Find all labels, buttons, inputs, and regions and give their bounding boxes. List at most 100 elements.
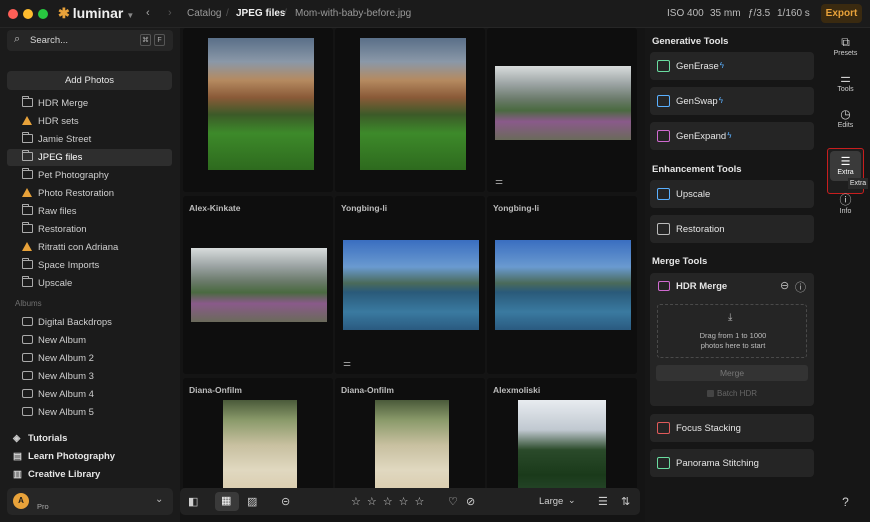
batch-hdr-checkbox[interactable]: Batch HDR xyxy=(650,389,814,398)
extra-tab[interactable]: ☰ Extra Extra xyxy=(827,148,868,194)
enhancement-tools-heading: Enhancement Tools xyxy=(652,164,742,175)
album-item[interactable]: New Album 3 xyxy=(7,368,172,385)
folder-icon xyxy=(22,132,33,143)
restoration-button[interactable]: Restoration xyxy=(650,215,814,243)
album-item[interactable]: Digital Backdrops xyxy=(7,314,172,331)
photo-author: Alex-Kinkate xyxy=(189,203,241,213)
focus-stacking-button[interactable]: Focus Stacking xyxy=(650,414,814,442)
photo-thumbnail[interactable] xyxy=(495,240,631,330)
album-item[interactable]: New Album 2 xyxy=(7,350,172,367)
breadcrumb-folder[interactable]: JPEG files xyxy=(236,8,285,19)
checkbox-icon xyxy=(706,390,714,398)
folder-item[interactable]: Photo Restoration xyxy=(7,185,172,202)
folder-item[interactable]: Space Imports xyxy=(7,257,172,274)
grid-view-button[interactable]: ▦ xyxy=(215,492,239,511)
avatar: A xyxy=(13,493,29,509)
hdr-drop-zone[interactable]: ⤓ Drag from 1 to 1000 photos here to sta… xyxy=(657,304,807,358)
photo-cell[interactable]: Yongbing-li ⚌ xyxy=(335,196,485,374)
close-window-button[interactable] xyxy=(8,9,18,19)
tools-panel: Generative Tools GenEraseϟ GenSwapϟ GenExp… xyxy=(645,28,821,522)
sidebar-link[interactable]: ◈ Tutorials xyxy=(13,433,67,444)
exif-shutter: 1/160 s xyxy=(777,8,810,19)
album-label: New Album 4 xyxy=(38,389,94,400)
exif-aperture: ƒ/3.5 xyxy=(748,8,771,19)
folder-item[interactable]: Pet Photography xyxy=(7,167,172,184)
chevron-down-icon: ⌄ xyxy=(155,494,164,505)
photo-thumbnail[interactable] xyxy=(518,400,606,488)
export-button[interactable]: Export xyxy=(821,4,862,23)
zoom-window-button[interactable] xyxy=(38,9,48,19)
sidebar-link[interactable]: ▥ Creative Library xyxy=(13,469,100,480)
folder-item[interactable]: HDR Merge xyxy=(7,95,172,112)
help-button[interactable]: ? xyxy=(821,496,870,508)
chevron-down-icon: ▼ xyxy=(126,11,135,20)
album-item[interactable]: New Album 4 xyxy=(7,386,172,403)
profile-switcher[interactable]: A Pro ⌄ xyxy=(7,488,173,515)
tool-label: Upscale xyxy=(676,189,711,200)
genexpand-button[interactable]: GenExpandϟ xyxy=(650,122,814,150)
folder-item[interactable]: Raw files xyxy=(7,203,172,220)
upscale-button[interactable]: Upscale xyxy=(650,180,814,208)
sidebar-toggle-icon[interactable]: ◧ xyxy=(188,495,198,508)
more-options-icon[interactable]: ⊝ xyxy=(281,495,290,508)
photo-thumbnail[interactable] xyxy=(375,400,449,488)
photo-thumbnail[interactable] xyxy=(360,38,466,170)
photo-thumbnail[interactable] xyxy=(343,240,479,330)
generase-button[interactable]: GenEraseϟ xyxy=(650,52,814,80)
folder-item[interactable]: HDR sets xyxy=(7,113,172,130)
filter-icon[interactable]: ☰ xyxy=(598,495,608,508)
photo-cell[interactable]: Diana-Onfilm xyxy=(183,378,333,488)
merge-button[interactable]: Merge xyxy=(656,365,808,381)
breadcrumb-catalog[interactable]: Catalog xyxy=(187,8,221,19)
photo-cell[interactable]: Alex-Kinkate xyxy=(183,196,333,374)
photo-cell[interactable] xyxy=(335,28,485,192)
folder-icon xyxy=(22,258,33,269)
photo-cell[interactable]: Alexmoliski xyxy=(487,378,637,488)
thumbnail-size-select[interactable]: Large xyxy=(539,496,563,507)
genswap-button[interactable]: GenSwapϟ xyxy=(650,87,814,115)
folder-item[interactable]: Upscale xyxy=(7,275,172,292)
edits-tab[interactable]: ◷ Edits xyxy=(821,108,870,129)
history-icon: ◷ xyxy=(840,107,851,121)
add-photos-button[interactable]: Add Photos xyxy=(7,71,172,90)
photo-cell[interactable]: Diana-Onfilm xyxy=(335,378,485,488)
collapse-icon[interactable]: ⊖ xyxy=(780,279,789,292)
panorama-stitching-button[interactable]: Panorama Stitching xyxy=(650,449,814,477)
album-item[interactable]: New Album xyxy=(7,332,172,349)
photo-thumbnail[interactable] xyxy=(223,400,297,488)
single-view-icon[interactable]: ▨ xyxy=(247,495,257,508)
photo-thumbnail[interactable] xyxy=(495,66,631,140)
folder-item[interactable]: Jamie Street xyxy=(7,131,172,148)
folder-item[interactable]: Restoration xyxy=(7,221,172,238)
forward-arrow-icon[interactable]: › xyxy=(168,7,172,19)
tools-tab[interactable]: ⚌ Tools xyxy=(821,72,870,93)
album-icon xyxy=(22,389,33,398)
star-rating[interactable]: ☆☆☆☆☆ xyxy=(351,495,430,508)
presets-tab[interactable]: ⧉ Presets xyxy=(821,36,870,57)
back-arrow-icon[interactable]: ‹ xyxy=(146,7,150,19)
photo-cell[interactable]: ⚌ xyxy=(487,28,637,192)
photo-cell[interactable] xyxy=(183,28,333,192)
info-tab[interactable]: ⓘ Info xyxy=(821,194,870,215)
photo-thumbnail[interactable] xyxy=(191,248,327,322)
app-logo[interactable]: ✱ luminar ▼ xyxy=(58,5,134,22)
warning-icon xyxy=(22,116,32,125)
albums-heading: Albums xyxy=(15,299,42,308)
folder-label: HDR Merge xyxy=(38,98,89,109)
folder-item[interactable]: Ritratti con Adriana xyxy=(7,239,172,256)
hdr-merge-panel: HDR Merge ⊖ ⓘ ⤓ Drag from 1 to 1000 phot… xyxy=(650,273,814,406)
folder-label: Jamie Street xyxy=(38,134,92,145)
breadcrumb-separator: / xyxy=(284,8,287,19)
reject-icon[interactable]: ⊘ xyxy=(466,495,475,508)
album-item[interactable]: New Album 5 xyxy=(7,404,172,421)
search-input[interactable]: ⌕ Search... ⌘ F xyxy=(7,30,173,51)
folder-icon xyxy=(22,168,33,179)
minimize-window-button[interactable] xyxy=(23,9,33,19)
photo-thumbnail[interactable] xyxy=(208,38,314,170)
sort-icon[interactable]: ⇅ xyxy=(621,495,630,508)
sidebar-link[interactable]: ▤ Learn Photography xyxy=(13,451,115,462)
folder-item[interactable]: JPEG files xyxy=(7,149,172,166)
favorite-heart-icon[interactable]: ♡ xyxy=(448,495,458,508)
info-icon[interactable]: ⓘ xyxy=(795,279,806,295)
photo-cell[interactable]: Yongbing-li xyxy=(487,196,637,374)
